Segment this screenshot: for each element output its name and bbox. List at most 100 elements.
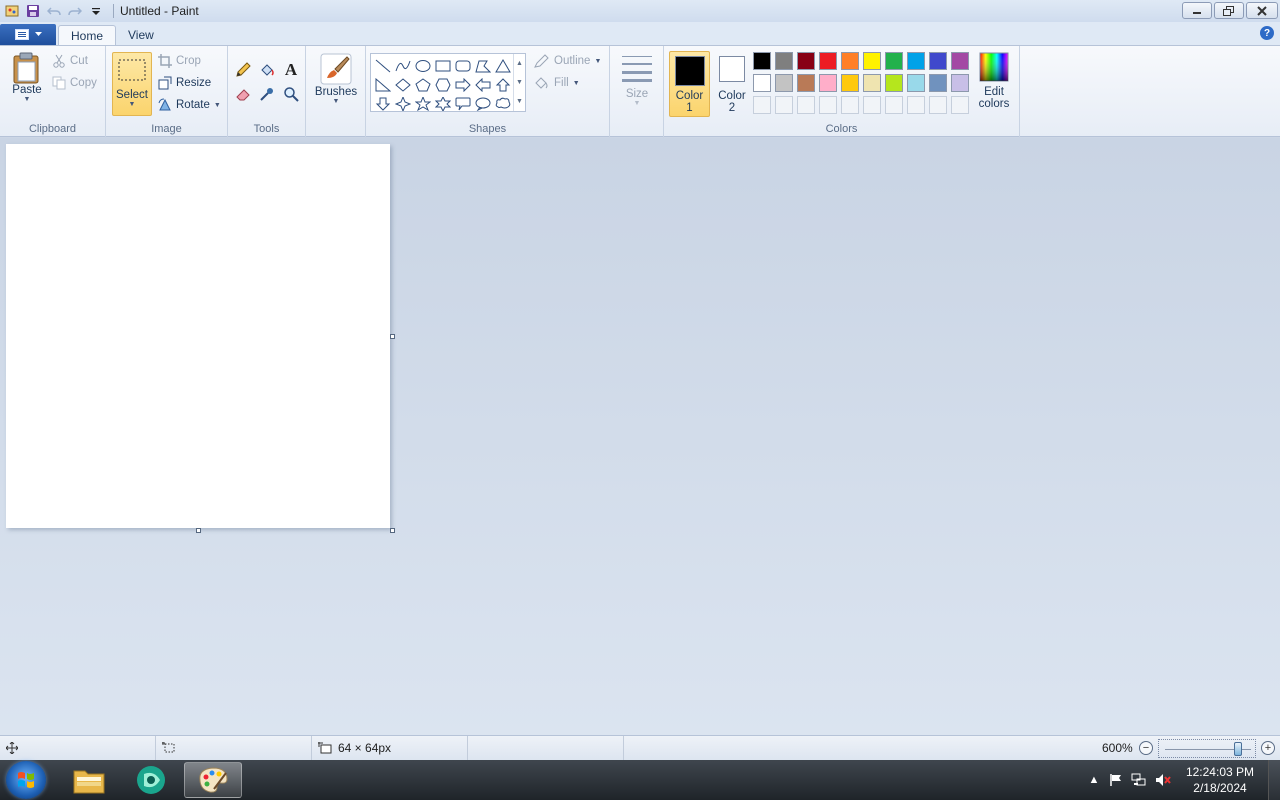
- cloud-callout-shape[interactable]: [493, 94, 513, 113]
- rounded-rectangle-shape[interactable]: [453, 56, 473, 75]
- customize-toolbar-chevron-icon[interactable]: [87, 2, 105, 20]
- volume-muted-icon[interactable]: [1155, 773, 1171, 787]
- palette-swatch[interactable]: [951, 52, 969, 70]
- canvas-resize-handle-corner[interactable]: [390, 528, 395, 533]
- zoom-out-button[interactable]: −: [1139, 741, 1153, 755]
- four-point-star-shape[interactable]: [393, 94, 413, 113]
- rectangle-shape[interactable]: [433, 56, 453, 75]
- right-triangle-shape[interactable]: [373, 75, 393, 94]
- palette-swatch[interactable]: [907, 74, 925, 92]
- custom-color-slot[interactable]: [863, 96, 881, 114]
- palette-swatch[interactable]: [929, 52, 947, 70]
- six-point-star-shape[interactable]: [433, 94, 453, 113]
- paint-menu-button[interactable]: [0, 24, 56, 45]
- size-button[interactable]: Size ▼: [616, 52, 658, 107]
- paste-button[interactable]: Paste ▼: [8, 52, 46, 103]
- paint-app-icon[interactable]: [3, 2, 21, 20]
- drawing-canvas[interactable]: [6, 144, 390, 528]
- shapes-expand-icon[interactable]: ▼: [516, 98, 523, 105]
- custom-color-slot[interactable]: [841, 96, 859, 114]
- oval-shape[interactable]: [413, 56, 433, 75]
- canvas-resize-handle-right[interactable]: [390, 334, 395, 339]
- palette-swatch[interactable]: [863, 52, 881, 70]
- edit-colors-button[interactable]: Edit colors: [974, 52, 1014, 110]
- fill-tool[interactable]: [256, 59, 278, 81]
- taskbar-media-app[interactable]: [122, 762, 180, 798]
- palette-swatch[interactable]: [797, 52, 815, 70]
- rotate-button[interactable]: Rotate ▼: [158, 98, 221, 112]
- palette-swatch[interactable]: [819, 74, 837, 92]
- undo-icon[interactable]: [45, 2, 63, 20]
- color2-button[interactable]: Color 2: [712, 51, 752, 117]
- diamond-shape[interactable]: [393, 75, 413, 94]
- custom-color-slot[interactable]: [819, 96, 837, 114]
- shapes-scroll-up-icon[interactable]: ▲: [516, 60, 523, 67]
- palette-swatch[interactable]: [819, 52, 837, 70]
- custom-color-slot[interactable]: [885, 96, 903, 114]
- hexagon-shape[interactable]: [433, 75, 453, 94]
- palette-swatch[interactable]: [841, 74, 859, 92]
- show-desktop-button[interactable]: [1268, 760, 1280, 800]
- shapes-scrollbar[interactable]: ▲ ▼ ▼: [513, 54, 525, 111]
- brushes-button[interactable]: Brushes ▼: [312, 52, 360, 105]
- palette-swatch[interactable]: [753, 52, 771, 70]
- palette-swatch[interactable]: [775, 52, 793, 70]
- palette-swatch[interactable]: [951, 74, 969, 92]
- palette-swatch[interactable]: [841, 52, 859, 70]
- custom-color-slot[interactable]: [907, 96, 925, 114]
- polygon-shape[interactable]: [473, 56, 493, 75]
- rounded-callout-shape[interactable]: [453, 94, 473, 113]
- redo-icon[interactable]: [66, 2, 84, 20]
- palette-swatch[interactable]: [797, 74, 815, 92]
- show-hidden-icons-icon[interactable]: ▲: [1086, 773, 1102, 787]
- oval-callout-shape[interactable]: [473, 94, 493, 113]
- line-shape[interactable]: [373, 56, 393, 75]
- palette-swatch[interactable]: [863, 74, 881, 92]
- copy-button[interactable]: Copy: [52, 76, 97, 90]
- help-icon[interactable]: ?: [1260, 26, 1274, 40]
- pentagon-shape[interactable]: [413, 75, 433, 94]
- custom-color-slot[interactable]: [797, 96, 815, 114]
- cut-button[interactable]: Cut: [52, 54, 88, 68]
- start-button[interactable]: [6, 761, 46, 799]
- crop-button[interactable]: Crop: [158, 54, 201, 68]
- five-point-star-shape[interactable]: [413, 94, 433, 113]
- action-center-flag-icon[interactable]: [1108, 773, 1124, 787]
- resize-button[interactable]: Resize: [158, 76, 211, 90]
- save-icon[interactable]: [24, 2, 42, 20]
- zoom-in-button[interactable]: +: [1261, 741, 1275, 755]
- restore-button[interactable]: [1214, 2, 1244, 19]
- minimize-button[interactable]: [1182, 2, 1212, 19]
- zoom-slider[interactable]: [1158, 739, 1256, 758]
- eraser-tool[interactable]: [232, 83, 254, 105]
- custom-color-slot[interactable]: [951, 96, 969, 114]
- pencil-tool[interactable]: [232, 59, 254, 81]
- palette-swatch[interactable]: [885, 74, 903, 92]
- taskbar-file-explorer[interactable]: [60, 762, 118, 798]
- color-picker-tool[interactable]: [256, 83, 278, 105]
- text-tool[interactable]: A: [280, 59, 302, 81]
- up-arrow-shape[interactable]: [493, 75, 513, 94]
- palette-swatch[interactable]: [929, 74, 947, 92]
- tab-view[interactable]: View: [116, 25, 166, 45]
- palette-swatch[interactable]: [907, 52, 925, 70]
- palette-swatch[interactable]: [753, 74, 771, 92]
- palette-swatch[interactable]: [775, 74, 793, 92]
- custom-color-slot[interactable]: [775, 96, 793, 114]
- magnifier-tool[interactable]: [280, 83, 302, 105]
- color1-button[interactable]: Color 1: [669, 51, 710, 117]
- zoom-slider-thumb[interactable]: [1234, 742, 1243, 756]
- taskbar-clock[interactable]: 12:24:03 PM 2/18/2024: [1186, 764, 1254, 796]
- left-arrow-shape[interactable]: [473, 75, 493, 94]
- select-button[interactable]: Select ▼: [112, 52, 152, 116]
- fill-button[interactable]: Fill ▼: [534, 76, 580, 90]
- custom-color-slot[interactable]: [929, 96, 947, 114]
- triangle-shape[interactable]: [493, 56, 513, 75]
- palette-swatch[interactable]: [885, 52, 903, 70]
- canvas-resize-handle-bottom[interactable]: [196, 528, 201, 533]
- taskbar-paint[interactable]: [184, 762, 242, 798]
- curve-shape[interactable]: [393, 56, 413, 75]
- custom-color-slot[interactable]: [753, 96, 771, 114]
- right-arrow-shape[interactable]: [453, 75, 473, 94]
- outline-button[interactable]: Outline ▼: [534, 54, 601, 68]
